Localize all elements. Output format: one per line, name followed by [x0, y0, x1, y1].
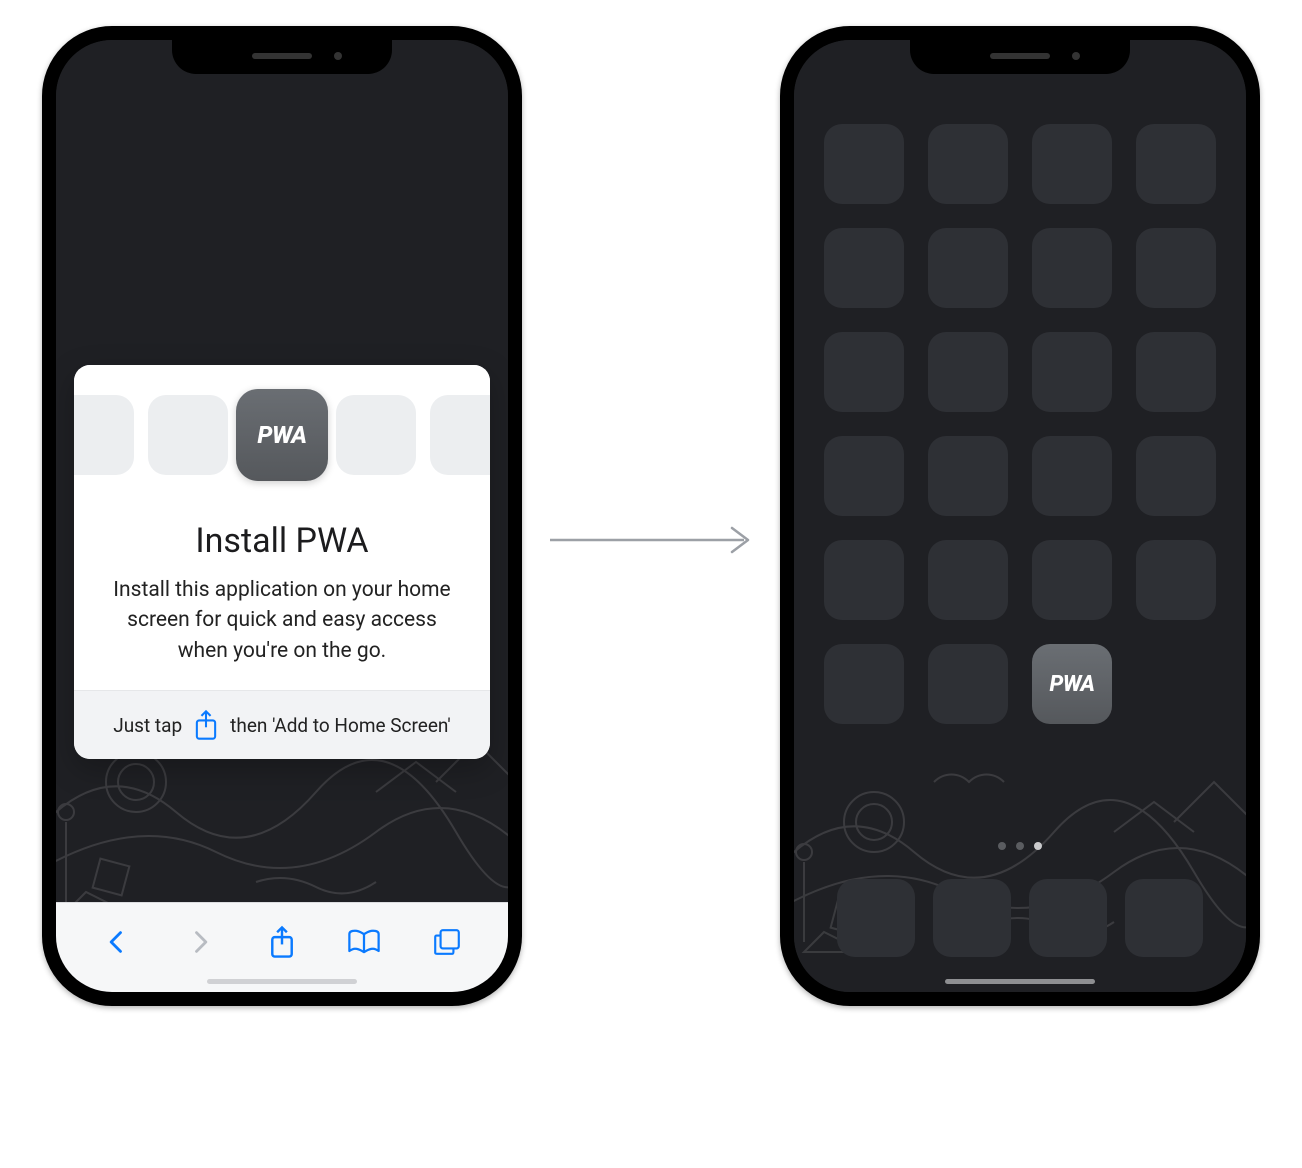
- app-placeholder: [336, 395, 416, 475]
- home-indicator: [207, 979, 357, 984]
- app-placeholder[interactable]: [824, 644, 904, 724]
- app-placeholder[interactable]: [1032, 436, 1112, 516]
- instruction-suffix: then 'Add to Home Screen': [230, 714, 451, 737]
- app-placeholder[interactable]: [928, 540, 1008, 620]
- app-placeholder[interactable]: [824, 332, 904, 412]
- install-description: Install this application on your home sc…: [102, 575, 462, 666]
- app-placeholder[interactable]: [824, 124, 904, 204]
- app-placeholder[interactable]: [1136, 540, 1216, 620]
- page-dot-active: [1034, 842, 1042, 850]
- transition-arrow: [548, 520, 758, 560]
- app-placeholder[interactable]: [928, 644, 1008, 724]
- app-placeholder[interactable]: [1032, 124, 1112, 204]
- pwa-icon-label: PWA: [1050, 672, 1095, 697]
- phone-notch: [172, 38, 392, 74]
- app-placeholder[interactable]: [928, 124, 1008, 204]
- app-placeholder[interactable]: [1136, 436, 1216, 516]
- home-screen-grid: PWA: [794, 124, 1246, 724]
- install-title: Install PWA: [102, 521, 462, 561]
- app-placeholder[interactable]: [1136, 332, 1216, 412]
- app-placeholder[interactable]: [1136, 124, 1216, 204]
- app-placeholder: [148, 395, 228, 475]
- app-placeholder[interactable]: [928, 332, 1008, 412]
- install-prompt-card: PWA Install PWA Install this application…: [74, 365, 490, 759]
- app-placeholder[interactable]: [1136, 228, 1216, 308]
- app-placeholder[interactable]: [1032, 332, 1112, 412]
- dock-app-placeholder[interactable]: [1125, 879, 1203, 957]
- page-dot: [1016, 842, 1024, 850]
- app-placeholder[interactable]: [928, 228, 1008, 308]
- card-icon-row: PWA: [74, 365, 490, 505]
- page-indicator[interactable]: [794, 842, 1246, 850]
- phone-before: PWA Install PWA Install this application…: [42, 26, 522, 1006]
- pwa-installed-app-icon[interactable]: PWA: [1032, 644, 1112, 724]
- phone-screen-left: PWA Install PWA Install this application…: [56, 40, 508, 992]
- app-placeholder[interactable]: [1032, 540, 1112, 620]
- share-button[interactable]: [260, 920, 304, 964]
- app-placeholder[interactable]: [1032, 228, 1112, 308]
- install-instructions: Just tap then 'Add to Home Screen': [74, 690, 490, 759]
- dock: [814, 868, 1226, 968]
- dock-app-placeholder[interactable]: [1029, 879, 1107, 957]
- pwa-icon-label: PWA: [257, 421, 306, 449]
- app-placeholder: [74, 395, 134, 475]
- app-placeholder: [430, 395, 490, 475]
- app-placeholder[interactable]: [824, 228, 904, 308]
- app-placeholder[interactable]: [928, 436, 1008, 516]
- instruction-prefix: Just tap: [113, 714, 182, 737]
- dock-app-placeholder[interactable]: [933, 879, 1011, 957]
- dock-app-placeholder[interactable]: [837, 879, 915, 957]
- forward-button[interactable]: [178, 920, 222, 964]
- home-indicator: [945, 979, 1095, 984]
- phone-after: PWA: [780, 26, 1260, 1006]
- app-placeholder[interactable]: [824, 436, 904, 516]
- page-dot: [998, 842, 1006, 850]
- share-icon: [192, 709, 220, 741]
- bookmarks-button[interactable]: [342, 920, 386, 964]
- pwa-app-icon: PWA: [236, 389, 328, 481]
- tabs-button[interactable]: [425, 920, 469, 964]
- phone-notch: [910, 38, 1130, 74]
- app-placeholder[interactable]: [824, 540, 904, 620]
- back-button[interactable]: [95, 920, 139, 964]
- phone-screen-right: PWA: [794, 40, 1246, 992]
- safari-toolbar: [56, 902, 508, 992]
